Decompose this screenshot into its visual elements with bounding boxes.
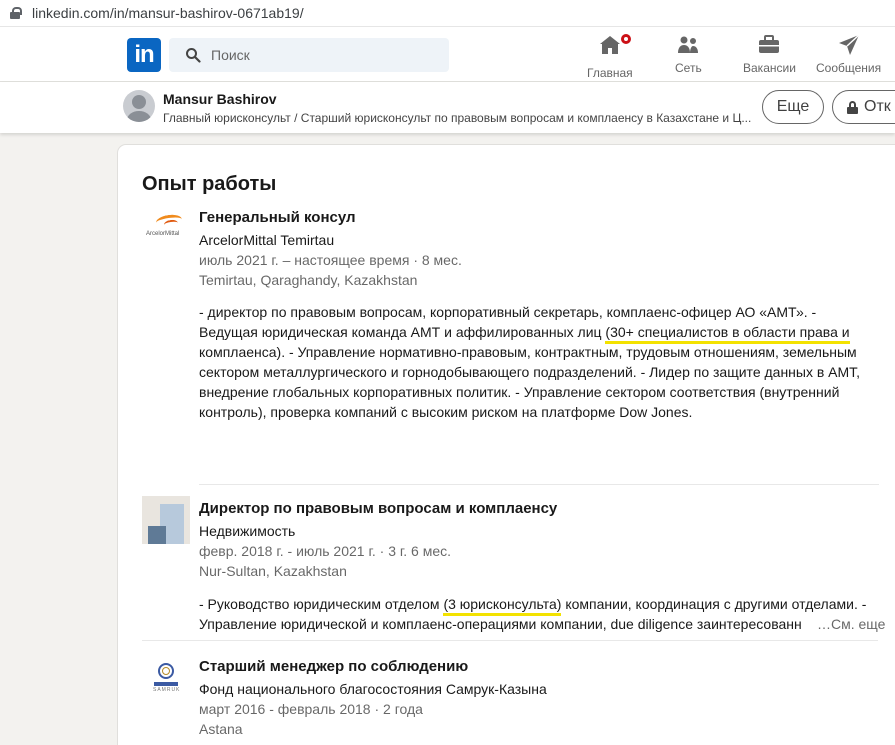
job-dates: февр. 2018 г. - июль 2021 г. · 3 г. 6 ме…	[199, 543, 452, 559]
divider	[199, 484, 879, 485]
profile-headline: Главный юрисконсульт / Старший юрисконсу…	[163, 111, 752, 125]
profile-sticky-bar: Mansur Bashirov Главный юрисконсульт / С…	[0, 82, 895, 133]
nav-network-label: Сеть	[675, 61, 702, 75]
nav-jobs[interactable]: Вакансии	[743, 33, 796, 79]
company-name: Фонд национального благосостояния Самрук…	[199, 681, 547, 697]
company-logo[interactable]	[142, 496, 190, 544]
open-profile-button[interactable]: Отк	[832, 90, 895, 124]
job-description: - Руководство юридическим отделом (3 юри…	[199, 596, 867, 632]
company-name: ArcelorMittal Temirtau	[199, 232, 335, 248]
company-logo[interactable]: SAMRUK	[142, 659, 190, 707]
job-title[interactable]: Директор по правовым вопросам и комплаен…	[199, 500, 557, 517]
nav-home-label: Главная	[587, 66, 633, 80]
search-input[interactable]	[211, 47, 411, 63]
building-logo-icon	[142, 496, 190, 544]
company-logo[interactable]: ArcelorMittal	[142, 211, 190, 259]
nav-messaging-label: Сообщения	[816, 61, 882, 75]
section-title: Опыт работы	[142, 173, 277, 195]
highlight: (30+ специалистов в области права и	[605, 324, 850, 344]
job-location: Temirtau, Qaraghandy, Kazakhstan	[199, 272, 418, 288]
job-title[interactable]: Генеральный консул	[199, 209, 356, 226]
nav-network[interactable]: Сеть	[675, 33, 702, 79]
search-icon	[186, 48, 201, 63]
samruk-kazyna-emblem-icon: SAMRUK	[142, 659, 190, 707]
lock-icon	[847, 100, 858, 114]
more-button[interactable]: Еще	[762, 90, 824, 124]
arcelormittal-logo-icon: ArcelorMittal	[142, 211, 190, 259]
open-profile-label: Отк	[864, 98, 891, 115]
global-nav: in Главная Сеть Вакансии	[0, 27, 895, 82]
profile-name: Mansur Bashirov	[163, 91, 277, 107]
jobs-briefcase-icon	[759, 35, 780, 53]
url-text[interactable]: linkedin.com/in/mansur-bashirov-0671ab19…	[32, 5, 304, 21]
job-dates: июль 2021 г. – настоящее время · 8 мес.	[199, 252, 462, 268]
avatar[interactable]	[123, 90, 155, 122]
linkedin-logo-icon[interactable]: in	[127, 38, 161, 72]
job-location: Nur-Sultan, Kazakhstan	[199, 563, 347, 579]
job-location: Astana	[199, 721, 243, 737]
messaging-icon	[838, 34, 860, 55]
company-name: Недвижимость	[199, 523, 296, 539]
job-title[interactable]: Старший менеджер по соблюдению	[199, 658, 468, 675]
divider	[142, 640, 878, 641]
search-bar[interactable]	[169, 38, 449, 72]
nav-home[interactable]: Главная	[587, 32, 633, 80]
lock-icon	[10, 7, 22, 19]
highlight: (3 юрисконсульта)	[443, 596, 562, 616]
notification-badge	[618, 32, 633, 46]
browser-url-bar[interactable]: linkedin.com/in/mansur-bashirov-0671ab19…	[0, 0, 895, 27]
experience-card: Опыт работы ArcelorMittal Генеральный ко…	[118, 145, 895, 745]
network-icon	[678, 36, 699, 53]
job-description: - директор по правовым вопросам, корпора…	[199, 304, 861, 420]
nav-jobs-label: Вакансии	[743, 61, 796, 75]
job-dates: март 2016 - февраль 2018 · 2 года	[199, 701, 423, 717]
nav-messaging[interactable]: Сообщения	[816, 33, 881, 79]
see-more-link[interactable]: …См. еще	[813, 614, 886, 634]
